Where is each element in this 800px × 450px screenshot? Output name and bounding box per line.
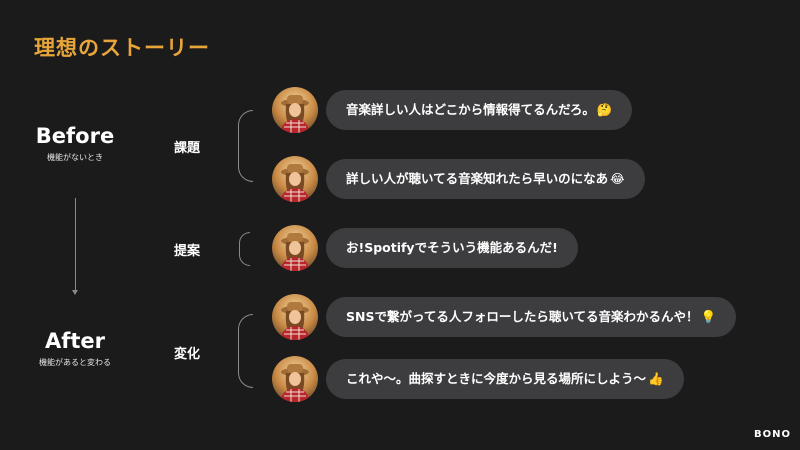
laughing-face-icon: 😂 [610,171,625,186]
section-label-problem: 課題 [174,141,201,156]
message-text: SNSで繋がってる人フォローしたら聴いてる音楽わかるんや！ [346,309,699,324]
brand-logo: BONO [754,429,791,440]
avatar [272,156,318,202]
message-text: お!Spotifyでそういう機能あるんだ! [346,240,558,255]
phase-after: After 機能があると変わる [20,329,130,368]
phase-before: Before 機能がないとき [20,124,130,163]
before-sublabel: 機能がないとき [47,153,103,162]
speech-bubble: 音楽詳しい人はどこから情報得てるんだろ。 🤔 [326,90,633,130]
timeline-line [75,198,76,292]
brace-proposal [239,232,250,266]
avatar [272,294,318,340]
thumbs-up-icon: 👍 [648,371,664,386]
page-title: 理想のストーリー [34,36,210,60]
avatar [272,356,318,402]
avatar [272,87,318,133]
thinking-face-icon: 🤔 [596,102,613,117]
speech-bubble: SNSで繋がってる人フォローしたら聴いてる音楽わかるんや！ 💡 [326,297,737,337]
message-text: 音楽詳しい人はどこから情報得てるんだろ。 [346,102,595,117]
speech-bubble: これや〜。曲探すときに今度から見る場所にしよう〜 👍 [326,359,684,399]
after-label: After [44,329,106,353]
arrow-down-icon [72,290,78,295]
speech-bubble: お!Spotifyでそういう機能あるんだ! [326,228,578,268]
before-label: Before [35,124,115,148]
section-label-change: 変化 [174,347,201,362]
message-text: これや〜。曲探すときに今度から見る場所にしよう〜 [346,371,647,386]
after-sublabel: 機能があると変わる [39,358,111,367]
avatar [272,225,318,271]
brace-problem [238,110,253,182]
brace-change [238,314,253,388]
speech-bubble: 詳しい人が聴いてる音楽知れたら早いのになあ 😂 [326,159,645,199]
message-text: 詳しい人が聴いてる音楽知れたら早いのになあ [346,171,609,186]
lightbulb-icon: 💡 [700,309,717,324]
section-label-proposal: 提案 [174,244,201,259]
